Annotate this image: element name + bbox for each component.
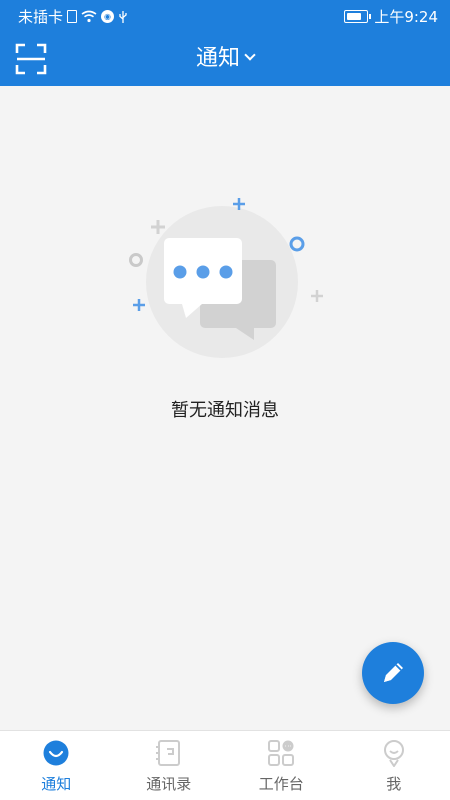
chevron-down-icon (244, 49, 256, 61)
status-time: 上午9:24 (374, 8, 438, 26)
sim-icon (67, 10, 78, 23)
pencil-icon (384, 663, 403, 682)
battery-level (347, 13, 361, 20)
carrier-text: 未插卡 (18, 8, 64, 26)
main-content: 暂无通知消息 (0, 86, 450, 730)
status-left: 未插卡 ◉ (18, 6, 128, 27)
usb-icon (119, 10, 127, 23)
notification-icon (43, 740, 69, 766)
nav-label-workbench: 工作台 (258, 775, 304, 793)
status-right: 上午9:24 (344, 6, 438, 27)
nav-label-profile: 我 (386, 775, 402, 793)
wifi-icon (81, 10, 97, 23)
page-title: 通知 (195, 46, 240, 71)
status-bar: 未插卡 ◉ 上午9:24 (0, 0, 450, 32)
workbench-icon (268, 740, 295, 766)
title-dropdown[interactable]: 通知 (0, 42, 450, 76)
profile-icon (383, 740, 404, 767)
nav-item-workbench[interactable]: 工作台 (225, 731, 338, 800)
hd-badge-icon: ◉ (101, 10, 115, 23)
empty-notification-illustration (129, 198, 323, 358)
compose-button[interactable] (362, 642, 424, 704)
app-bar: 通知 (0, 32, 450, 86)
nav-item-profile[interactable]: 我 (338, 731, 450, 800)
nav-item-contacts[interactable]: 通讯录 (113, 731, 226, 800)
contacts-icon (155, 740, 180, 766)
nav-label-contacts: 通讯录 (146, 775, 192, 793)
empty-state-message: 暂无通知消息 (171, 400, 279, 421)
nav-label-notifications: 通知 (41, 775, 72, 793)
bottom-nav: 通知 通讯录 工作台 我 (0, 730, 450, 800)
nav-item-notifications[interactable]: 通知 (0, 731, 113, 800)
battery-icon (344, 10, 372, 23)
